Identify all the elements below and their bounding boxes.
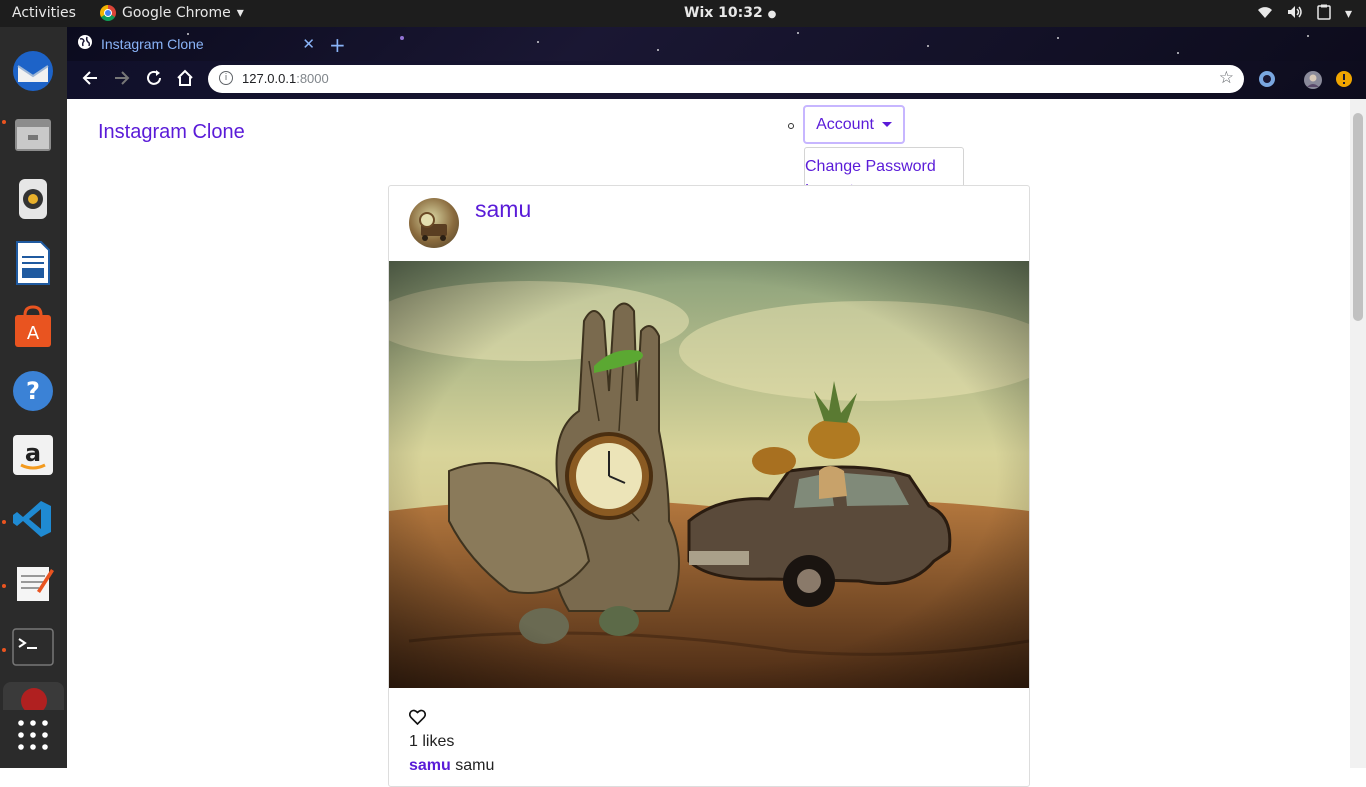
chrome-icon	[100, 5, 116, 21]
chevron-down-icon: ▾	[236, 5, 244, 21]
caption-text: samu	[455, 757, 495, 774]
terminal-icon[interactable]	[9, 623, 57, 671]
thunderbird-icon[interactable]	[9, 47, 57, 95]
clock-text: Wix 10:32	[684, 5, 763, 21]
wifi-icon	[1257, 5, 1273, 23]
avatar[interactable]	[409, 198, 459, 248]
extension-icon[interactable]	[1258, 70, 1276, 92]
address-bar[interactable]: i 127.0.0.1:8000 ☆	[208, 65, 1244, 93]
notification-dot-icon: ●	[767, 9, 777, 20]
amazon-icon[interactable]: a	[9, 431, 57, 479]
clipboard-icon	[1317, 4, 1331, 24]
help-icon[interactable]: ?	[9, 367, 57, 415]
back-arrow-icon[interactable]	[79, 69, 101, 92]
software-icon[interactable]: A	[9, 303, 57, 351]
new-tab-button[interactable]: +	[329, 33, 346, 57]
change-password-link[interactable]: Change Password	[805, 155, 936, 179]
running-indicator	[2, 584, 6, 588]
dock: A ? a	[0, 27, 67, 768]
running-indicator	[2, 120, 6, 124]
post-image[interactable]	[389, 261, 1029, 688]
app-menu-label: Google Chrome	[122, 5, 231, 21]
clock[interactable]: Wix 10:32 ●	[684, 5, 776, 21]
url-host: 127.0.0.1	[242, 71, 297, 86]
like-heart-icon[interactable]	[408, 709, 427, 730]
vscode-icon[interactable]	[9, 495, 57, 543]
post-caption: samu samu	[409, 757, 494, 775]
brand-link[interactable]: Instagram Clone	[98, 121, 245, 144]
forward-arrow-icon[interactable]	[111, 69, 133, 92]
rhythmbox-icon[interactable]	[9, 175, 57, 223]
running-indicator	[2, 520, 6, 524]
tab-title: Instagram Clone	[101, 36, 204, 52]
tab-instagram-clone[interactable]: Instagram Clone ✕	[77, 27, 317, 61]
svg-text:A: A	[27, 323, 40, 344]
caret-down-icon	[881, 122, 892, 127]
page-scrollbar[interactable]	[1350, 99, 1366, 768]
power-menu-chevron-icon: ▾	[1344, 6, 1352, 22]
nav-bullet	[788, 123, 794, 129]
svg-text:?: ?	[26, 377, 40, 405]
system-tray[interactable]: ▾	[1257, 4, 1352, 24]
info-icon[interactable]: i	[219, 71, 233, 85]
home-icon[interactable]	[174, 69, 196, 92]
account-dropdown-button[interactable]: Account	[803, 105, 905, 144]
activities-button[interactable]: Activities	[12, 5, 76, 21]
reload-icon[interactable]	[143, 69, 165, 92]
bookmark-star-icon[interactable]: ☆	[1219, 68, 1234, 88]
text-editor-icon[interactable]	[9, 559, 57, 607]
app-menu[interactable]: Google Chrome ▾	[100, 5, 244, 21]
running-indicator	[2, 648, 6, 652]
dock-partial-item	[3, 682, 64, 710]
browser-toolbar: i 127.0.0.1:8000 ☆	[67, 61, 1366, 99]
scrollbar-thumb[interactable]	[1353, 113, 1363, 321]
likes-count: 1 likes	[409, 733, 455, 750]
page-content: Instagram Clone Account Change Password …	[67, 99, 1350, 787]
profile-avatar[interactable]	[1303, 70, 1323, 94]
files-icon[interactable]	[9, 111, 57, 159]
tab-strip: Instagram Clone ✕ +	[67, 27, 1366, 61]
account-label: Account	[816, 115, 874, 133]
post-username[interactable]: samu	[475, 196, 531, 223]
system-top-bar: Activities Google Chrome ▾ Wix 10:32 ● ▾	[0, 0, 1366, 27]
svg-text:a: a	[25, 439, 41, 467]
post-card: samu 1 likes samu samu	[388, 185, 1030, 787]
close-icon[interactable]: ✕	[302, 35, 315, 53]
volume-icon	[1287, 5, 1303, 23]
url-text: 127.0.0.1:8000	[242, 71, 329, 86]
writer-icon[interactable]	[9, 239, 57, 287]
caption-username-link[interactable]: samu	[409, 757, 451, 774]
app-grid-icon[interactable]	[9, 711, 57, 759]
update-warning-icon[interactable]	[1335, 70, 1353, 92]
globe-icon	[77, 34, 93, 54]
url-port: :8000	[296, 71, 329, 86]
